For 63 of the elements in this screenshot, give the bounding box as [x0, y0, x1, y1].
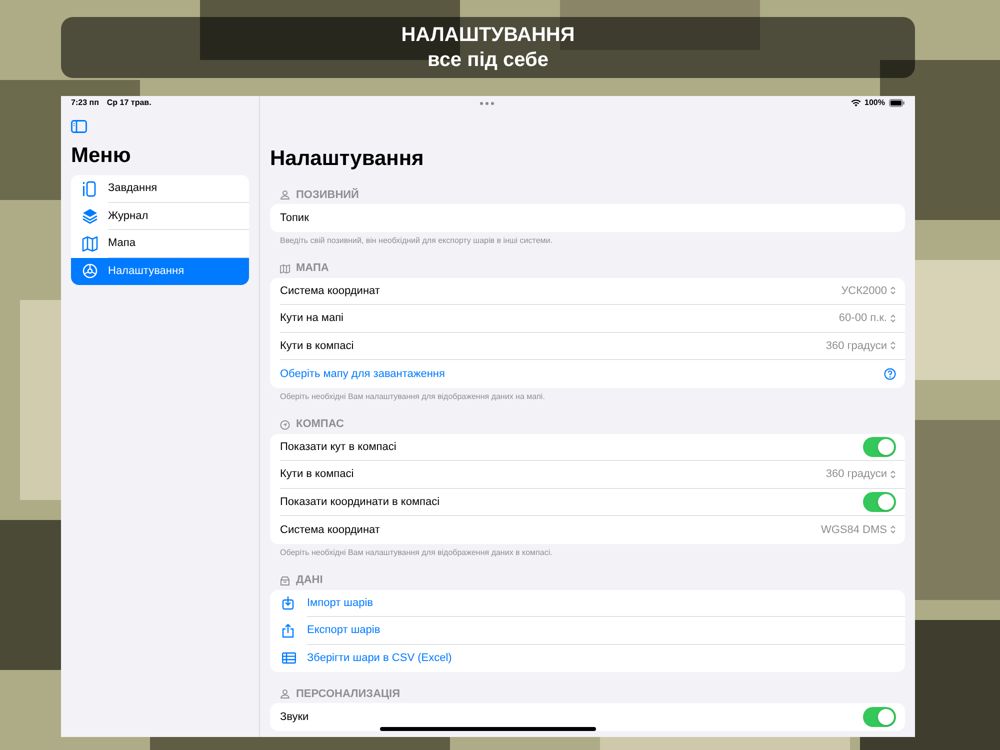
list-icon	[82, 180, 98, 197]
section-footer: Введіть свій позивний, він необхідний для експорту шарів в інші системи.	[270, 234, 905, 246]
help-icon[interactable]	[884, 368, 896, 380]
section-footer: Оберіть необхідні Вам налаштування для відображення даних в компасі.	[270, 546, 905, 558]
chevron-up-down-icon	[890, 341, 896, 350]
banner-subtitle: все під себе	[428, 48, 548, 72]
layers-icon	[82, 208, 98, 224]
share-icon	[282, 624, 296, 638]
banner-title: НАЛАШТУВАННЯ	[401, 22, 575, 48]
picker-row[interactable]: Система координат WGS84 DMS	[270, 516, 905, 544]
picker-row[interactable]: Кути на мапі 60-00 п.к.	[270, 305, 905, 332]
chevron-up-down-icon	[890, 314, 896, 323]
setting-label: Система координат	[280, 522, 381, 538]
location-icon	[280, 420, 290, 430]
status-date: Ср 17 трав.	[106, 97, 152, 109]
setting-label: Показати координати в компасі	[280, 494, 441, 510]
action-link[interactable]: Експорт шарів	[307, 622, 896, 638]
toggle-switch[interactable]	[863, 436, 896, 457]
battery-level: 100%	[864, 97, 885, 109]
action-link[interactable]: Імпорт шарів	[307, 594, 896, 611]
sidebar-title: Меню	[71, 145, 132, 166]
archive-icon	[280, 576, 290, 586]
wifi-icon	[850, 99, 861, 107]
page-title: Налаштування	[270, 148, 425, 169]
picker-row[interactable]: Кути в компасі 360 градуси	[270, 332, 905, 360]
setting-label: Звуки	[280, 710, 310, 724]
multitasking-dots-icon[interactable]	[480, 102, 494, 105]
chevron-up-down-icon	[890, 525, 896, 534]
setting-label: Система координат	[280, 284, 381, 298]
map-icon	[280, 264, 290, 274]
picker-row[interactable]: Кути в компасі 360 градуси	[270, 461, 905, 488]
setting-label: Кути в компасі	[280, 338, 355, 354]
picker-value: WGS84 DMS	[820, 522, 887, 538]
setting-label: Показати кут в компасі	[280, 440, 398, 454]
section-header: ПОЗИВНИЙ	[296, 187, 359, 203]
picker-value: УСК2000	[841, 284, 887, 298]
battery-icon	[889, 99, 905, 107]
sidebar-toggle-icon[interactable]	[71, 120, 87, 133]
section-header: КОМПАС	[296, 417, 344, 432]
chevron-up-down-icon	[890, 470, 896, 479]
setting-label: Топик	[280, 210, 310, 226]
sidebar-item[interactable]: Налаштування	[71, 258, 249, 285]
download-icon	[282, 596, 296, 610]
setting-label: Кути на мапі	[280, 311, 344, 326]
picker-value: 360 градуси	[826, 467, 887, 482]
toggle-switch[interactable]	[863, 706, 896, 727]
person-icon	[280, 190, 290, 200]
person-icon	[280, 689, 290, 699]
toggle-switch[interactable]	[863, 492, 896, 512]
picker-value: 60-00 п.к.	[838, 311, 887, 326]
section-header: МАПА	[296, 261, 329, 276]
section-footer: Оберіть необхідні Вам налаштування для відображення даних на мапі.	[270, 390, 905, 402]
map-icon	[82, 236, 98, 252]
status-time: 7:23 пп	[71, 97, 99, 109]
chevron-up-down-icon	[890, 286, 896, 296]
section-header: ПЕРСОНАЛИЗАЦІЯ	[296, 686, 400, 702]
section-header: ДАНІ	[296, 573, 323, 588]
setting-label: Кути в компасі	[280, 467, 355, 482]
action-link[interactable]: Зберігти шари в CSV (Excel)	[307, 650, 896, 666]
table-icon	[282, 651, 296, 666]
map-download-link[interactable]: Оберіть мапу для завантаження	[280, 366, 884, 382]
picker-value: 360 градуси	[826, 338, 887, 354]
picker-row[interactable]: Система координат УСК2000	[270, 278, 905, 305]
